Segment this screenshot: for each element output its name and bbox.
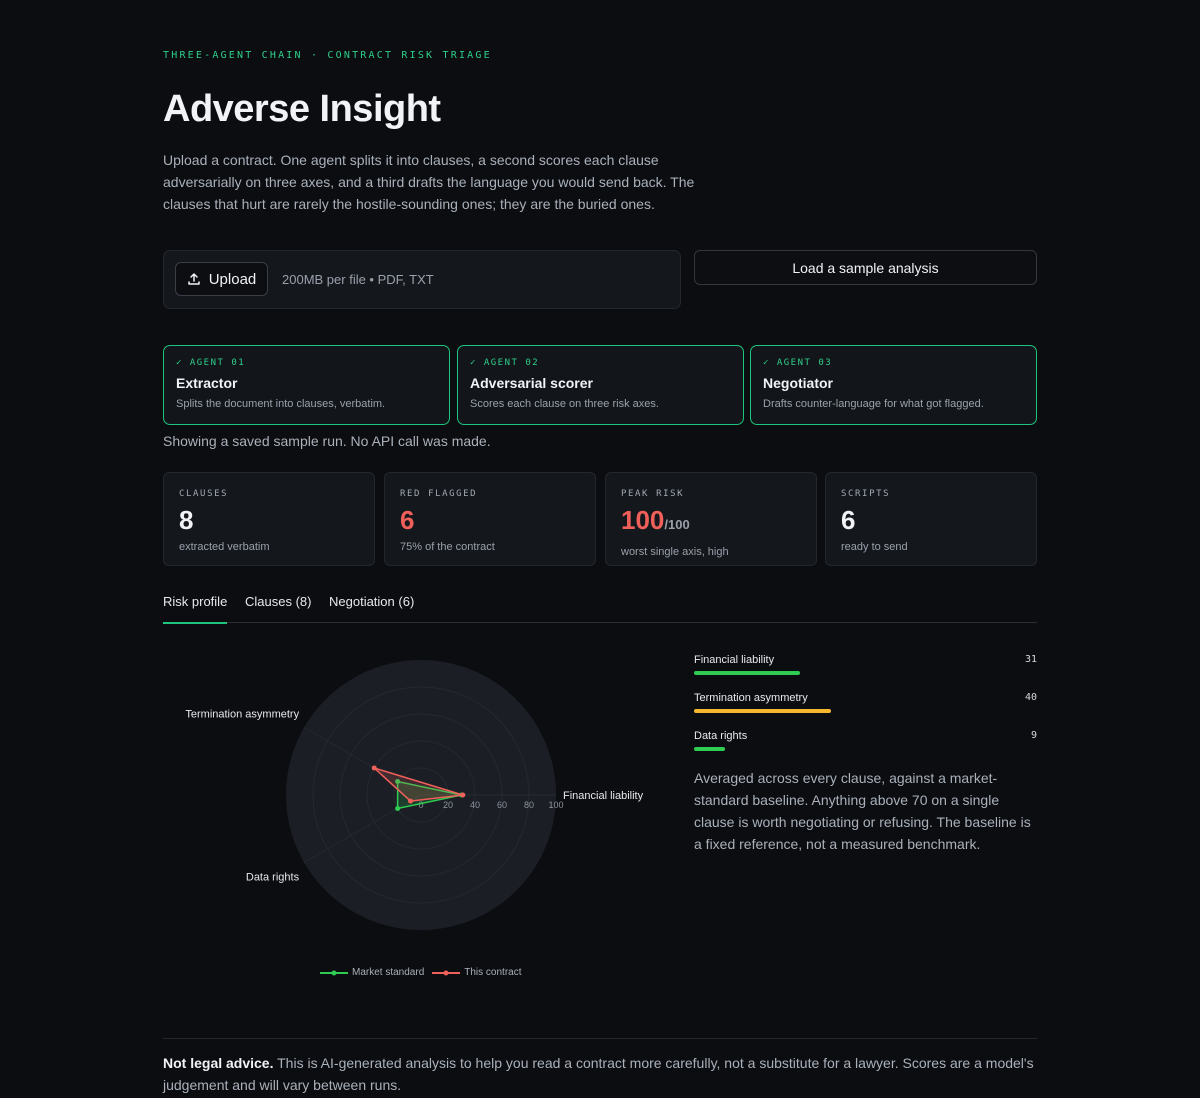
score-bar-value: 40 [1024, 692, 1037, 703]
footer-divider [163, 1038, 1037, 1039]
stat-subtext: worst single axis, high [621, 546, 729, 558]
agent-card-extractor: ✓ AGENT 01 Extractor Splits the document… [163, 345, 450, 425]
tab-risk-profile[interactable]: Risk profile [163, 594, 228, 624]
agent-tag: ✓ AGENT 02 [470, 358, 540, 368]
agent-card-negotiator: ✓ AGENT 03 Negotiator Drafts counter-lan… [750, 345, 1037, 425]
agent-chain: ✓ AGENT 01 Extractor Splits the document… [163, 345, 1037, 425]
radar-axis-label: Financial liability [563, 790, 644, 802]
stats-row: CLAUSES 8 extracted verbatim RED FLAGGED… [163, 472, 1037, 566]
stat-suffix: /100 [664, 517, 690, 532]
agent-name: Negotiator [763, 375, 833, 391]
legend-swatch [320, 970, 348, 975]
score-bar-fill [694, 671, 801, 675]
score-bar-fill [694, 747, 725, 751]
stat-subtext: ready to send [841, 541, 908, 553]
page-title: Adverse Insight [163, 88, 441, 130]
load-sample-button[interactable]: Load a sample analysis [694, 250, 1037, 285]
stat-subtext: extracted verbatim [179, 541, 270, 553]
status-note: Showing a saved sample run. No API call … [163, 433, 491, 449]
legend-swatch [432, 970, 461, 975]
upload-icon [187, 273, 200, 285]
radar-tick-label: 80 [524, 800, 534, 810]
score-bar-label: Data rights [694, 730, 748, 742]
stat-subtext: 75% of the contract [400, 541, 495, 553]
agent-tag: ✓ AGENT 01 [176, 358, 246, 368]
disclaimer-bold: Not legal advice. [163, 1055, 274, 1071]
stat-label: CLAUSES [179, 489, 229, 499]
stat-value: 6 [841, 505, 856, 535]
radar-tick-label: 60 [497, 800, 507, 810]
agent-name: Adversarial scorer [470, 375, 593, 391]
tab-bar: Risk profile Clauses (8) Negotiation (6) [163, 586, 1037, 624]
agent-card-scorer: ✓ AGENT 02 Adversarial scorer Scores eac… [457, 345, 744, 425]
score-bar-value: 31 [1024, 654, 1037, 665]
radar-tick-label: 20 [443, 800, 453, 810]
agent-tag: ✓ AGENT 03 [763, 358, 833, 368]
file-dropzone[interactable]: Upload 200MB per file • PDF, TXT [163, 250, 681, 309]
chart-legend: Market standard This contract [320, 967, 522, 978]
agent-description: Splits the document into clauses, verbat… [176, 398, 386, 410]
disclaimer-text: This is AI-generated analysis to help yo… [163, 1055, 1034, 1093]
legend-label: This contract [464, 967, 522, 978]
stat-value: 6 [400, 505, 415, 535]
eyebrow-label: THREE-AGENT CHAIN · CONTRACT RISK TRIAGE [163, 50, 492, 61]
score-bar-financial-liability: Financial liability 31 [694, 654, 1037, 692]
upload-button-label: Upload [208, 270, 257, 288]
stat-label: SCRIPTS [841, 489, 891, 499]
risk-radar-chart: 0 20 40 60 80 100Financial liabilityTerminati… [185, 660, 644, 930]
series-point-this-contract [407, 798, 413, 804]
stat-card-peak-risk: PEAK RISK 100/100 worst single axis, hig… [605, 472, 817, 566]
score-bar-label: Termination asymmetry [694, 692, 808, 704]
legend-item-market-standard[interactable]: Market standard [320, 967, 424, 978]
upload-hint: 200MB per file • PDF, TXT [282, 272, 434, 287]
stat-card-clauses: CLAUSES 8 extracted verbatim [163, 472, 375, 566]
radar-tick-label: 40 [470, 800, 480, 810]
series-point-market-standard [395, 806, 401, 811]
stat-value: 8 [179, 505, 194, 535]
legend-label: Market standard [352, 967, 425, 978]
score-bar-value: 9 [1030, 730, 1037, 741]
score-bar-fill [694, 709, 832, 713]
stat-card-red-flagged: RED FLAGGED 6 75% of the contract [384, 472, 596, 566]
baseline-note: Averaged across every clause, against a … [694, 770, 1031, 852]
tab-negotiation[interactable]: Negotiation (6) [329, 594, 414, 623]
agent-name: Extractor [176, 375, 238, 391]
radar-tick-label: 100 [548, 800, 563, 810]
score-bar-label: Financial liability [694, 654, 775, 666]
radar-axis-label: Data rights [246, 872, 300, 884]
legend-item-this-contract[interactable]: This contract [432, 967, 522, 978]
disclaimer: Not legal advice. This is AI-generated a… [163, 1052, 1037, 1096]
radar-axis-label: Termination asymmetry [185, 709, 299, 721]
stat-value: 100/100 [621, 505, 690, 535]
stat-label: PEAK RISK [621, 489, 685, 499]
intro-text: Upload a contract. One agent splits it i… [163, 152, 695, 212]
upload-button[interactable]: Upload [175, 262, 268, 296]
tab-clauses[interactable]: Clauses (8) [245, 594, 311, 623]
series-point-this-contract [460, 792, 466, 798]
score-bar-termination-asymmetry: Termination asymmetry 40 [694, 692, 1037, 730]
stat-card-scripts: SCRIPTS 6 ready to send [825, 472, 1037, 566]
score-bar-data-rights: Data rights 9 [694, 730, 1037, 768]
axis-score-bars: Financial liability 31 Termination asymm… [694, 654, 1037, 768]
stat-label: RED FLAGGED [400, 489, 478, 499]
series-point-this-contract [371, 765, 377, 771]
agent-description: Drafts counter-language for what got fla… [763, 398, 984, 410]
agent-description: Scores each clause on three risk axes. [470, 398, 659, 410]
